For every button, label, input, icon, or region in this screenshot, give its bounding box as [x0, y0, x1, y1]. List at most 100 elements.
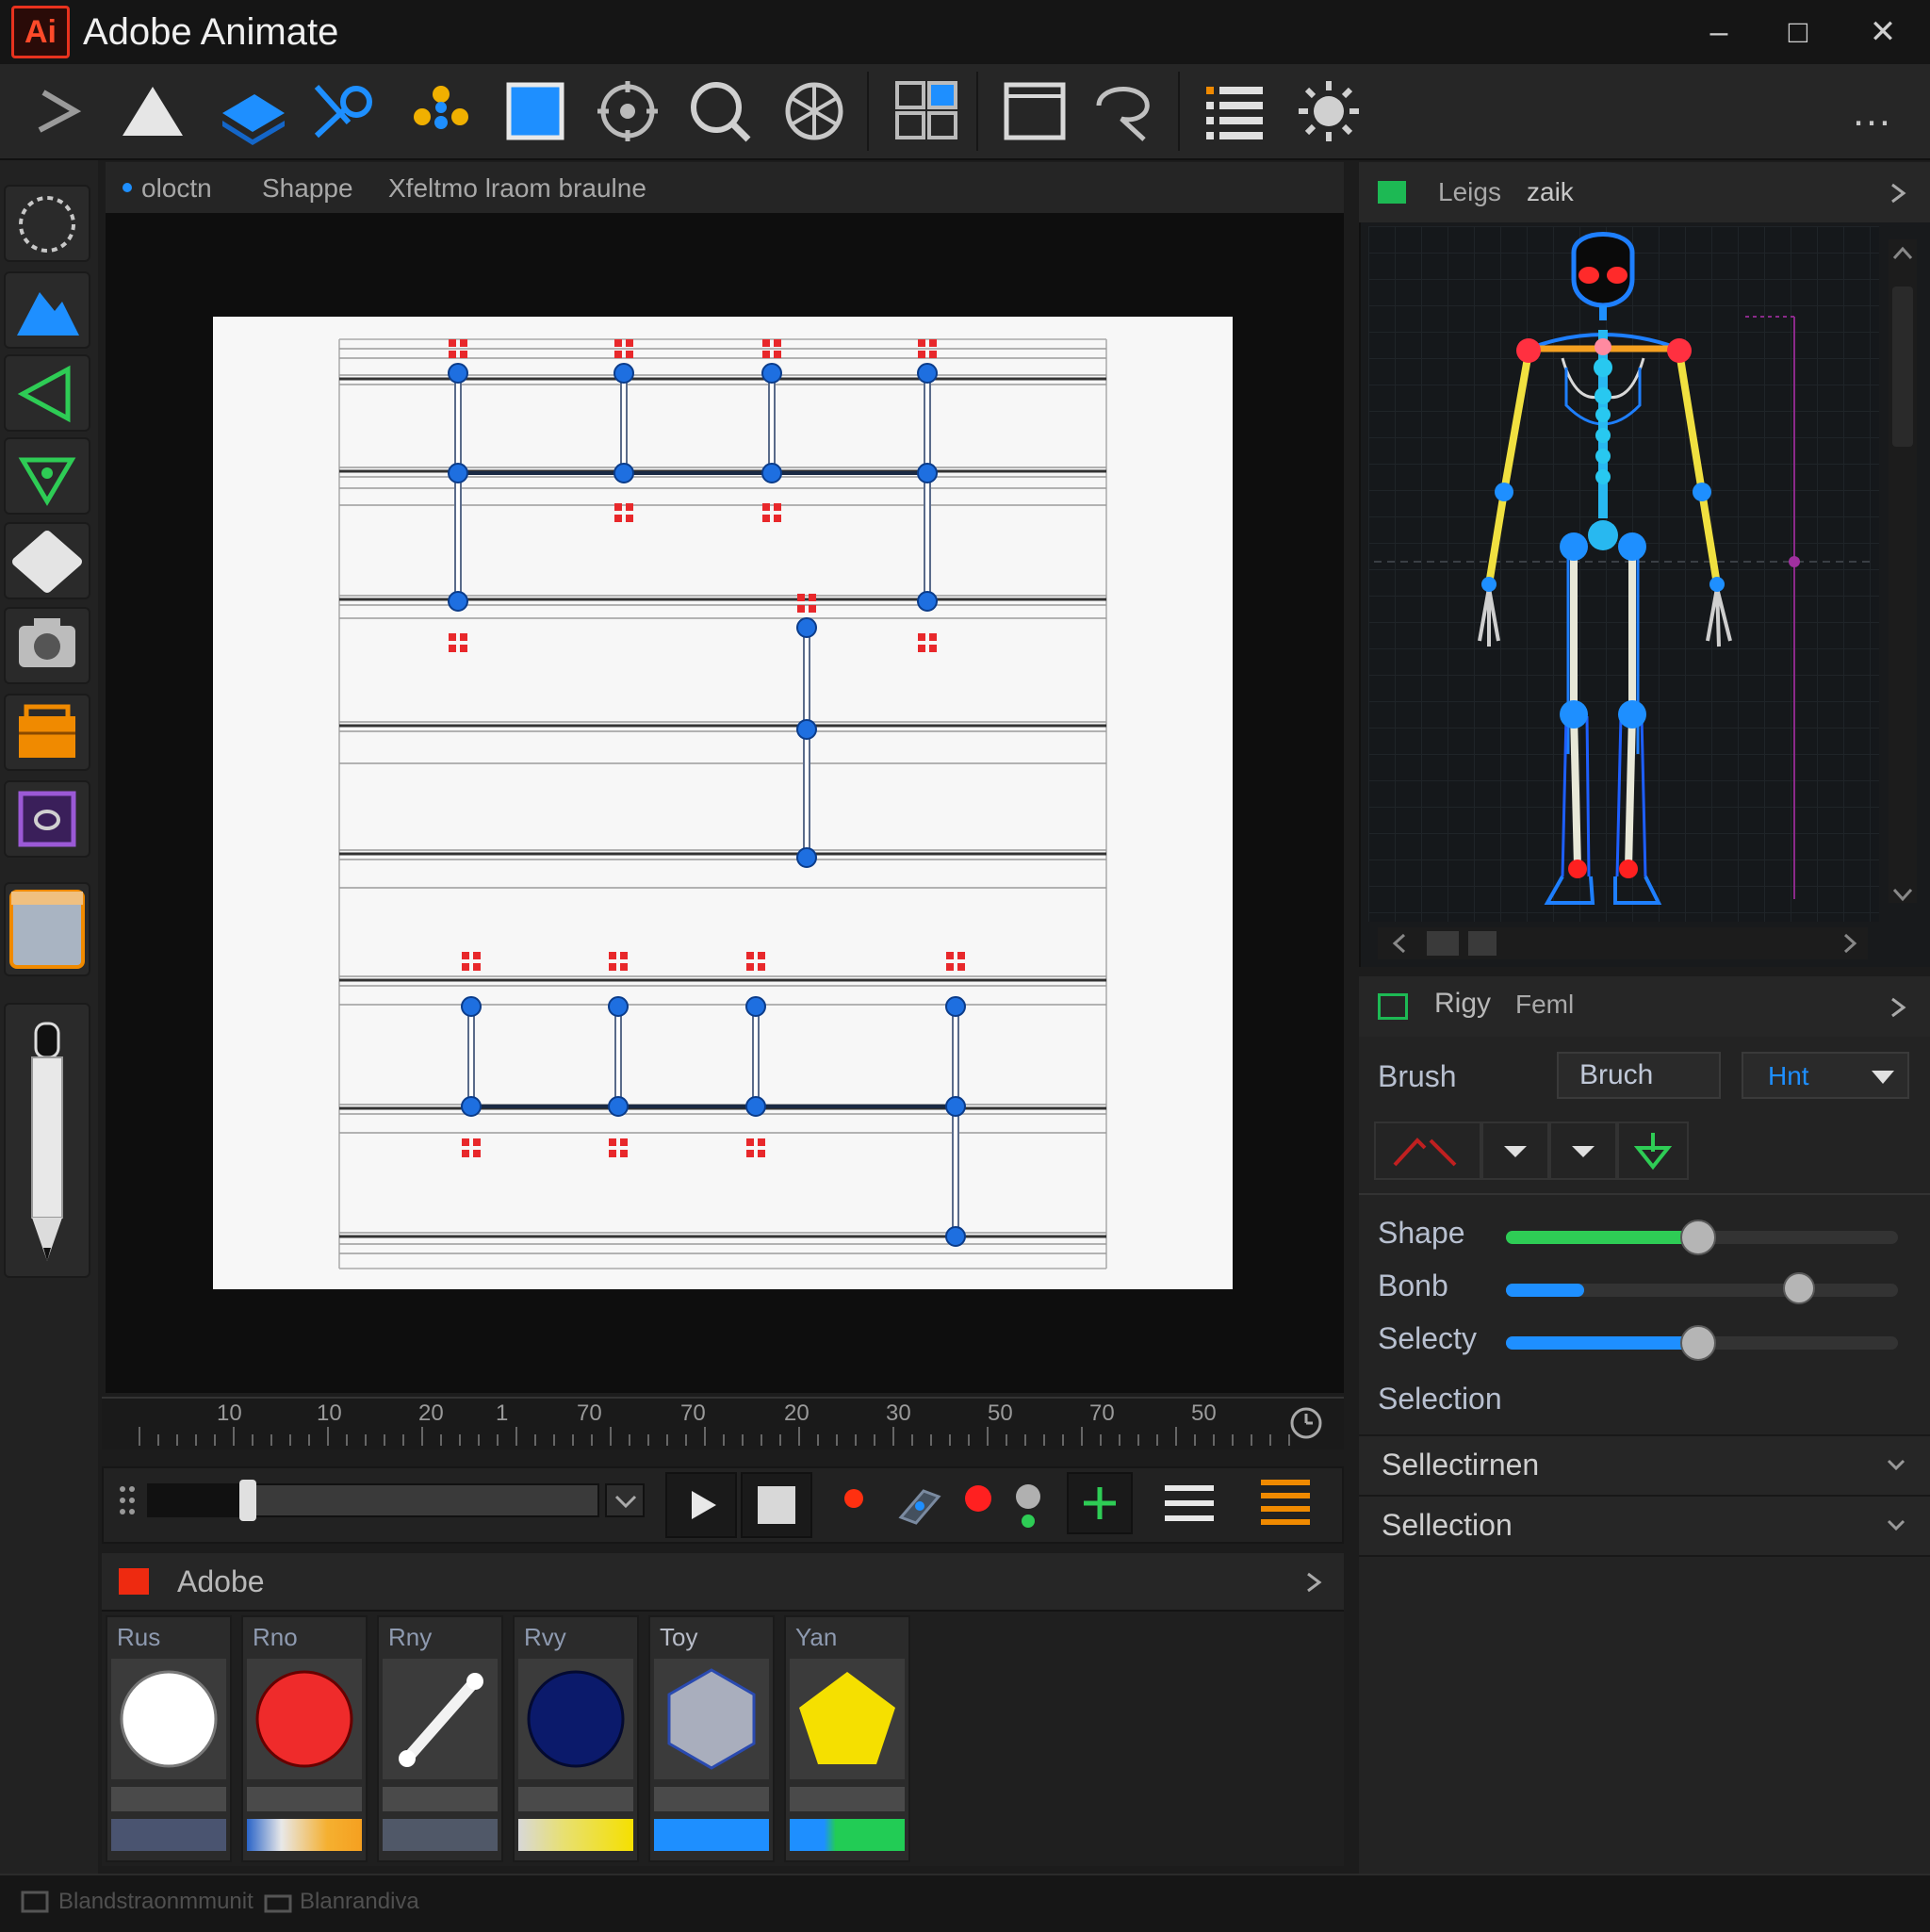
library-header: [102, 1553, 1344, 1612]
selecty-slider[interactable]: [1506, 1325, 1898, 1361]
tab-properties-1[interactable]: Rigy: [1434, 988, 1491, 1020]
timeline-ruler[interactable]: [102, 1397, 1344, 1449]
swatch-preview: [654, 1659, 769, 1779]
camera-tool[interactable]: [4, 607, 90, 684]
nodes-icon[interactable]: [405, 77, 477, 145]
accordion-sellection[interactable]: Sellection: [1359, 1495, 1930, 1557]
accordion-selectirnen[interactable]: Sellectirnen: [1359, 1434, 1930, 1497]
brush-dropdown-value: Hnt: [1768, 1061, 1809, 1090]
tab-properties-2[interactable]: Feml: [1515, 990, 1574, 1020]
white-circle-icon: [120, 1670, 218, 1768]
artboard[interactable]: [213, 317, 1233, 1289]
maximize-button[interactable]: □: [1760, 6, 1836, 58]
list-icon[interactable]: [1199, 77, 1270, 145]
swatch-color-bar: [247, 1819, 362, 1851]
settings-sun-icon[interactable]: [1293, 77, 1365, 145]
shape-slider-knob[interactable]: [1680, 1220, 1716, 1255]
rig-canvas[interactable]: [1368, 226, 1879, 922]
status-item-1: Blandstraonmmunit: [58, 1889, 254, 1914]
app-logo: Ai: [11, 6, 70, 58]
toolbar-separator: [1178, 72, 1180, 151]
magnifier-icon[interactable]: [684, 77, 756, 145]
lasso-circle-tool[interactable]: [4, 185, 90, 262]
status-item-2: Blanrandiva: [300, 1889, 419, 1914]
keyframe-red-icon[interactable]: [965, 1485, 991, 1512]
bone-direction-button[interactable]: [1374, 1122, 1481, 1180]
brush-field[interactable]: Bruch: [1557, 1052, 1721, 1099]
library-swatch[interactable]: Rny: [377, 1615, 503, 1862]
scrub-handle[interactable]: [239, 1480, 256, 1521]
rig-panel-expand-icon[interactable]: [1885, 179, 1911, 212]
library-swatch[interactable]: Yan: [784, 1615, 910, 1862]
layout-panels-icon[interactable]: [891, 77, 963, 145]
chevron-down-icon: [1887, 1519, 1905, 1531]
tab-document-1[interactable]: oloctn: [141, 173, 212, 204]
library-swatch[interactable]: Toy: [648, 1615, 775, 1862]
library-title: Adobe: [177, 1564, 265, 1598]
swatch-meta: [518, 1787, 633, 1811]
triangle-tool-icon[interactable]: [117, 77, 188, 145]
bone-link-icon[interactable]: [307, 77, 379, 145]
rounded-shape-tool[interactable]: [4, 522, 90, 599]
arrow-tool-icon[interactable]: [23, 77, 94, 145]
bone-slider[interactable]: [1506, 1272, 1898, 1304]
selecty-slider-knob[interactable]: [1680, 1325, 1716, 1361]
rectangle-tool-icon[interactable]: [499, 77, 571, 145]
more-options-button[interactable]: …: [1851, 89, 1892, 136]
box-tool[interactable]: [4, 694, 90, 771]
frame-icon[interactable]: [999, 77, 1071, 145]
shape-slider[interactable]: [1506, 1220, 1898, 1255]
swatch-label: Toy: [660, 1623, 698, 1651]
library-color-icon: [119, 1568, 149, 1595]
tab-document-2[interactable]: Shappe: [262, 173, 353, 204]
add-layer-button[interactable]: [1067, 1472, 1133, 1534]
stop-button[interactable]: [741, 1472, 812, 1538]
record-dot-icon[interactable]: [844, 1489, 863, 1508]
onion-skin-icon[interactable]: [1014, 1483, 1042, 1535]
lasso-icon[interactable]: [1089, 77, 1161, 145]
tab-rig-2[interactable]: zaik: [1527, 177, 1574, 207]
play-button[interactable]: [665, 1472, 737, 1538]
tab-document-3[interactable]: Xfeltmo lraom braulne: [388, 173, 646, 204]
wheel-icon[interactable]: [778, 77, 850, 145]
scrub-slider[interactable]: [147, 1480, 599, 1521]
option-dropdown-1[interactable]: [1481, 1122, 1549, 1180]
pen-tool[interactable]: [4, 1003, 90, 1278]
minimize-button[interactable]: –: [1681, 6, 1757, 58]
library-expand-icon[interactable]: [1300, 1568, 1327, 1601]
scrub-dropdown[interactable]: [605, 1483, 645, 1517]
layer-tool-icon[interactable]: [213, 77, 285, 145]
target-icon[interactable]: [592, 77, 663, 145]
rig-diagram: [338, 338, 1107, 1269]
bone-slider-fill: [1506, 1284, 1584, 1297]
brush-dropdown[interactable]: Hnt: [1742, 1052, 1909, 1099]
library-swatch[interactable]: Rvy: [513, 1615, 639, 1862]
swatch-preview: [383, 1659, 498, 1779]
close-button[interactable]: ✕: [1845, 6, 1921, 58]
symbol-tool[interactable]: [4, 780, 90, 858]
color-swatch-tool[interactable]: [4, 882, 90, 976]
apply-down-button[interactable]: [1617, 1122, 1689, 1180]
rig-vertical-scrollbar[interactable]: [1889, 239, 1917, 903]
rig-panel-color-icon: [1378, 181, 1406, 204]
timeline-menu-icon[interactable]: [1257, 1474, 1314, 1535]
mountain-shape-tool[interactable]: [4, 271, 90, 349]
rig-horizontal-scrollbar[interactable]: [1378, 927, 1868, 959]
option-dropdown-2[interactable]: [1549, 1122, 1617, 1180]
bone-slider-knob[interactable]: [1783, 1272, 1815, 1304]
library-swatch[interactable]: Rus: [106, 1615, 232, 1862]
polygon-tool[interactable]: [4, 354, 90, 432]
tab-rig-1[interactable]: Leigs: [1438, 177, 1501, 207]
clock-icon[interactable]: [1287, 1404, 1325, 1447]
swatch-color-bar: [654, 1819, 769, 1851]
ruler-label: 70: [577, 1400, 602, 1426]
properties-expand-icon[interactable]: [1885, 993, 1911, 1026]
library-swatch[interactable]: Rno: [241, 1615, 368, 1862]
main-toolbar: [0, 64, 1930, 160]
active-doc-dot-icon: [123, 183, 132, 192]
layers-list-icon[interactable]: [1161, 1480, 1218, 1533]
accordion-label: Sellectirnen: [1382, 1448, 1540, 1482]
gem-tool[interactable]: [4, 437, 90, 515]
bone-tool-icon[interactable]: [891, 1476, 948, 1537]
hexagon-icon: [667, 1668, 756, 1770]
